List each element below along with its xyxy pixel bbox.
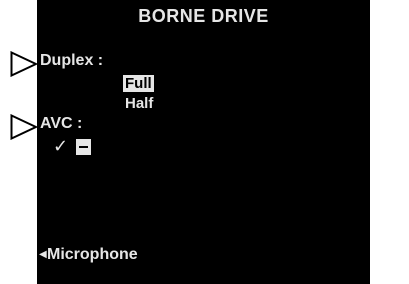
left-arrow-icon: ◀ — [39, 249, 47, 260]
avc-label: AVC : — [40, 115, 83, 132]
avc-checkbox[interactable] — [76, 139, 91, 155]
microphone-softkey[interactable]: Microphone — [47, 247, 138, 263]
lcd-screen: BORNE DRIVE Duplex : Full Half AVC : ✓ ◀… — [37, 0, 370, 284]
checkbox-dash-icon — [79, 146, 88, 148]
duplex-option-full[interactable]: Full — [123, 75, 154, 92]
duplex-pointer-icon — [10, 51, 38, 77]
duplex-option-half[interactable]: Half — [125, 96, 153, 111]
checkmark-icon: ✓ — [53, 136, 69, 156]
screen-title: BORNE DRIVE — [138, 6, 269, 26]
avc-pointer-icon — [10, 114, 38, 140]
duplex-label: Duplex : — [40, 52, 104, 69]
